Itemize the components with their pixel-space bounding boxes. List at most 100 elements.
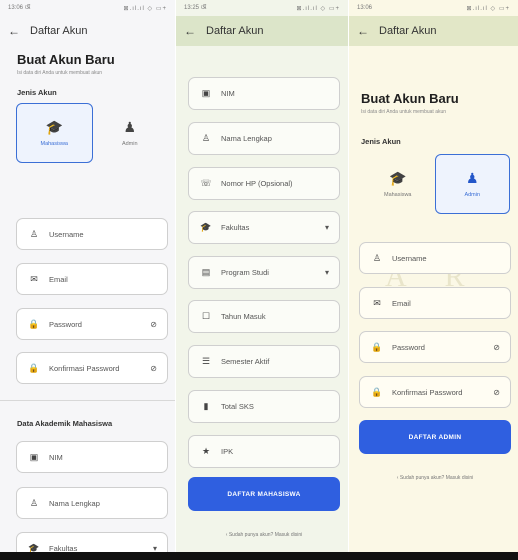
daftar-admin-button[interactable]: DAFTAR ADMIN: [359, 420, 511, 454]
app-bar-title: Daftar Akun: [379, 25, 437, 37]
status-icons: ⊠.ıl.ıl ◇ ▭+: [123, 5, 167, 12]
nama-lengkap-field[interactable]: ♙ Nama Lengkap: [16, 487, 168, 519]
nim-field[interactable]: ▣ NIM: [16, 441, 168, 473]
phone-icon: ☏: [200, 178, 212, 188]
password-field[interactable]: 🔒 Password ⊘: [16, 308, 168, 340]
page-subtitle: Isi data diri Anda untuk membuat akun: [361, 109, 447, 115]
field-label: Username: [49, 229, 84, 239]
total-sks-field[interactable]: ▮ Total SKS: [188, 390, 340, 423]
field-label: Fakultas: [221, 223, 250, 232]
role-selector: 🎓 Mahasiswa ♟ Admin: [16, 103, 167, 163]
confirm-password-field[interactable]: 🔒 Konfirmasi Password ⊘: [16, 352, 168, 384]
building-icon: ▤: [201, 267, 211, 277]
fakultas-select[interactable]: 🎓 Fakultas ▾: [188, 211, 340, 244]
daftar-mahasiswa-button[interactable]: DAFTAR MAHASISWA: [188, 477, 340, 511]
role-label: Admin: [464, 192, 481, 198]
id-badge-icon: ▣: [29, 451, 39, 462]
app-bar-title: Daftar Akun: [206, 25, 264, 37]
status-bar: 13:06 ⊠.ıl.ıl ◇ ▭+: [349, 0, 518, 16]
email-field[interactable]: ✉ Email: [359, 287, 511, 319]
navigation-bar: [0, 552, 518, 560]
status-extra: ଔ: [24, 4, 31, 11]
role-label: Admin: [121, 141, 138, 147]
arrow-left-icon[interactable]: ←: [357, 24, 369, 38]
field-label: Tahun Masuk: [221, 312, 266, 321]
password-field[interactable]: 🔒 Password ⊘: [359, 331, 511, 363]
login-link[interactable]: ‹ Sudah punya akun? Masuk disini: [188, 532, 340, 538]
person-icon: ♙: [29, 228, 39, 239]
role-section-label: Jenis Akun: [17, 88, 57, 97]
field-label: Nama Lengkap: [49, 498, 100, 508]
field-label: Konfirmasi Password: [392, 387, 463, 397]
eye-off-icon[interactable]: ⊘: [150, 364, 157, 373]
role-section-label: Jenis Akun: [361, 137, 401, 146]
nama-lengkap-field[interactable]: ♙ Nama Lengkap: [188, 122, 340, 155]
dropdown-icon: ▾: [324, 223, 329, 232]
status-time: 13:25: [184, 4, 200, 11]
tahun-masuk-field[interactable]: ☐ Tahun Masuk: [188, 300, 340, 333]
calendar-icon: ☐: [201, 311, 211, 321]
status-extra: ଔ: [200, 4, 207, 11]
role-option-admin[interactable]: ♟ Admin: [93, 103, 168, 163]
arrow-left-icon[interactable]: ←: [184, 24, 196, 38]
person-icon: ♙: [29, 497, 39, 508]
login-link[interactable]: ‹ Sudah punya akun? Masuk disini: [359, 475, 511, 481]
list-icon: ☰: [201, 356, 211, 366]
page-subtitle: Isi data diri Anda untuk membuat akun: [17, 70, 103, 76]
ipk-field[interactable]: ★ IPK: [188, 435, 340, 468]
role-label: Mahasiswa: [40, 141, 68, 147]
eye-off-icon[interactable]: ⊘: [493, 343, 500, 352]
field-label: Nama Lengkap: [221, 134, 272, 143]
lock-icon: 🔒: [371, 341, 383, 352]
app-bar: ← Daftar Akun: [176, 16, 348, 46]
screen-register-mahasiswa-scrolled: 13:25 ଔ ⊠.ıl.ıl ◇ ▭+ ← Daftar Akun ▣ NIM…: [176, 0, 348, 560]
status-bar: 13:25 ଔ ⊠.ıl.ıl ◇ ▭+: [176, 0, 348, 16]
eye-off-icon[interactable]: ⊘: [150, 320, 157, 329]
field-label: Total SKS: [221, 402, 254, 411]
role-option-admin[interactable]: ♟ Admin: [434, 154, 510, 214]
mail-icon: ✉: [373, 297, 381, 308]
field-label: Password: [49, 319, 82, 329]
phone-field[interactable]: ☏ Nomor HP (Opsional): [188, 167, 340, 200]
login-link-text: Sudah punya akun? Masuk disini: [228, 532, 303, 538]
role-option-mahasiswa[interactable]: 🎓 Mahasiswa: [16, 103, 93, 163]
eye-off-icon[interactable]: ⊘: [493, 388, 500, 397]
page-title: Buat Akun Baru: [361, 91, 459, 106]
confirm-password-field[interactable]: 🔒 Konfirmasi Password ⊘: [359, 376, 511, 408]
section-divider: [0, 400, 175, 401]
id-badge-icon: ▣: [201, 88, 211, 98]
graduation-cap-icon: 🎓: [45, 119, 63, 135]
field-label: Email: [392, 298, 411, 308]
lock-icon: 🔒: [371, 386, 383, 397]
field-label: IPK: [221, 447, 234, 456]
login-link-text: Sudah punya akun? Masuk disini: [399, 475, 474, 481]
app-bar: ← Daftar Akun: [0, 16, 175, 46]
username-field[interactable]: ♙ Username: [359, 242, 511, 274]
status-icons: ⊠.ıl.ıl ◇ ▭+: [466, 5, 510, 12]
graduation-cap-icon: 🎓: [389, 170, 407, 186]
username-field[interactable]: ♙ Username: [16, 218, 168, 250]
role-label: Mahasiswa: [383, 192, 412, 198]
semester-aktif-field[interactable]: ☰ Semester Aktif: [188, 345, 340, 378]
admin-icon: ♟: [123, 119, 137, 135]
email-field[interactable]: ✉ Email: [16, 263, 168, 295]
status-time: 13:06: [8, 4, 24, 11]
dropdown-icon: ▾: [324, 268, 329, 277]
lock-icon: 🔒: [28, 318, 40, 329]
screen-register-mahasiswa: 13:06 ଔ ⊠.ıl.ıl ◇ ▭+ ← Daftar Akun Buat …: [0, 0, 175, 560]
field-label: Password: [392, 342, 425, 352]
program-studi-select[interactable]: ▤ Program Studi ▾: [188, 256, 340, 289]
app-bar-title: Daftar Akun: [30, 25, 88, 37]
graduation-cap-icon: 🎓: [200, 222, 212, 232]
field-label: Konfirmasi Password: [49, 363, 120, 373]
arrow-left-icon[interactable]: ←: [8, 24, 20, 38]
field-label: Nomor HP (Opsional): [221, 179, 293, 188]
role-option-mahasiswa[interactable]: 🎓 Mahasiswa: [361, 154, 435, 214]
star-icon: ★: [201, 446, 211, 456]
nim-field[interactable]: ▣ NIM: [188, 77, 340, 110]
field-label: Semester Aktif: [221, 357, 270, 366]
academic-section-label: Data Akademik Mahasiswa: [17, 419, 113, 428]
app-bar: ← Daftar Akun: [349, 16, 518, 46]
person-icon: ♙: [201, 133, 211, 143]
field-label: NIM: [49, 452, 63, 462]
